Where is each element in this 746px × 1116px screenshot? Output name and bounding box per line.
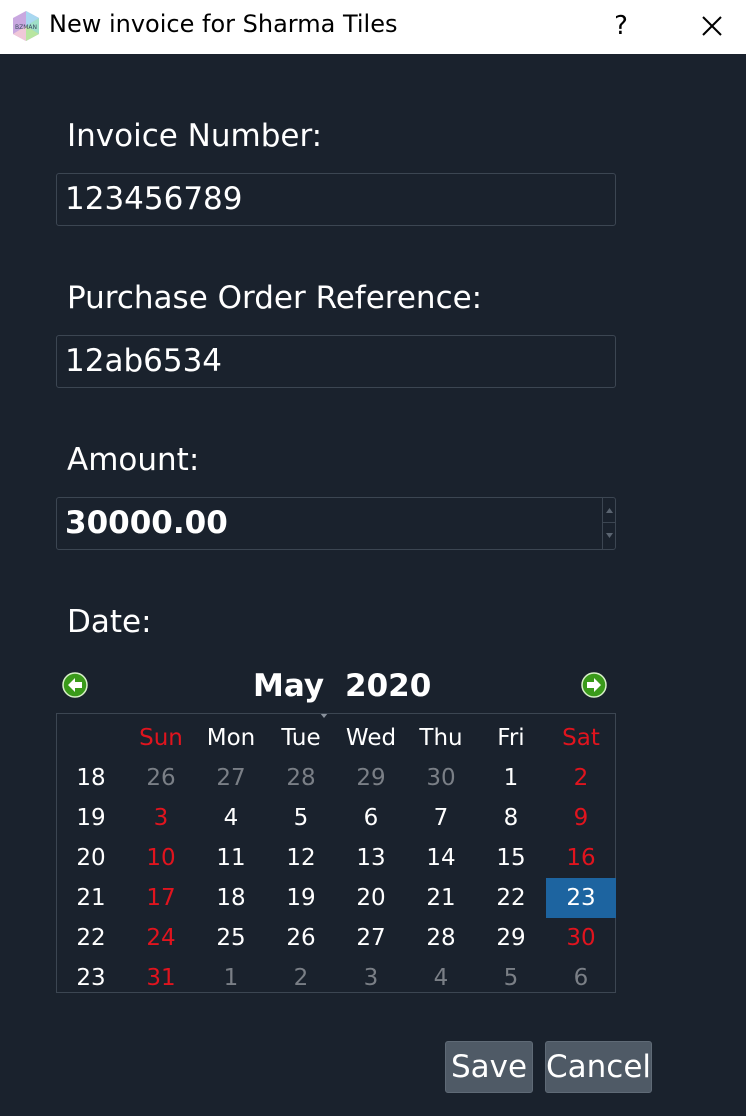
calendar-day-selected[interactable]: 23 bbox=[546, 878, 616, 918]
window-title: New invoice for Sharma Tiles bbox=[49, 10, 398, 38]
calendar-day[interactable]: 16 bbox=[546, 838, 616, 878]
week-number: 23 bbox=[76, 965, 106, 991]
calendar-day[interactable]: 19 bbox=[266, 878, 336, 918]
amount-label: Amount: bbox=[67, 442, 200, 478]
svg-text:BZMAN: BZMAN bbox=[15, 24, 37, 31]
calendar-day[interactable]: 18 bbox=[196, 878, 266, 918]
chevron-down-icon bbox=[606, 533, 613, 538]
calendar-day[interactable]: 28 bbox=[266, 758, 336, 798]
weekday-header: Thu bbox=[419, 725, 463, 751]
week-number: 18 bbox=[76, 765, 106, 791]
calendar-day[interactable]: 4 bbox=[406, 958, 476, 998]
app-logo-icon: BZMAN bbox=[10, 10, 42, 42]
calendar-day[interactable]: 9 bbox=[546, 798, 616, 838]
arrow-right-icon bbox=[581, 672, 607, 698]
amount-spin-buttons bbox=[602, 498, 615, 549]
po-reference-label: Purchase Order Reference: bbox=[67, 280, 483, 316]
calendar-day[interactable]: 14 bbox=[406, 838, 476, 878]
next-month-button[interactable] bbox=[581, 672, 607, 698]
calendar-day[interactable]: 4 bbox=[196, 798, 266, 838]
calendar-day[interactable]: 25 bbox=[196, 918, 266, 958]
amount-spinbox[interactable]: 30000.00 bbox=[56, 497, 616, 550]
week-number: 19 bbox=[76, 805, 106, 831]
invoice-number-label: Invoice Number: bbox=[67, 118, 323, 154]
calendar-day[interactable]: 30 bbox=[406, 758, 476, 798]
calendar-day[interactable]: 27 bbox=[336, 918, 406, 958]
calendar-day[interactable]: 21 bbox=[406, 878, 476, 918]
calendar-day[interactable]: 11 bbox=[196, 838, 266, 878]
prev-month-button[interactable] bbox=[62, 672, 88, 698]
invoice-number-value: 123456789 bbox=[65, 181, 243, 217]
calendar-day[interactable]: 13 bbox=[336, 838, 406, 878]
calendar-day[interactable]: 22 bbox=[476, 878, 546, 918]
calendar-day[interactable]: 6 bbox=[336, 798, 406, 838]
calendar-day[interactable]: 10 bbox=[126, 838, 196, 878]
calendar-day[interactable]: 28 bbox=[406, 918, 476, 958]
week-number: 22 bbox=[76, 925, 106, 951]
invoice-number-input[interactable]: 123456789 bbox=[56, 173, 616, 226]
calendar-day[interactable]: 7 bbox=[406, 798, 476, 838]
weekday-header: Tue bbox=[281, 725, 321, 751]
po-reference-input[interactable]: 12ab6534 bbox=[56, 335, 616, 388]
chevron-down-icon bbox=[320, 704, 328, 718]
calendar-day[interactable]: 26 bbox=[266, 918, 336, 958]
calendar-day[interactable]: 30 bbox=[546, 918, 616, 958]
amount-value: 30000.00 bbox=[65, 505, 228, 541]
calendar-day[interactable]: 20 bbox=[336, 878, 406, 918]
calendar-day[interactable]: 3 bbox=[336, 958, 406, 998]
weekday-header: Wed bbox=[345, 725, 397, 751]
close-button[interactable] bbox=[694, 8, 730, 44]
calendar-day[interactable]: 29 bbox=[476, 918, 546, 958]
calendar-day[interactable]: 26 bbox=[126, 758, 196, 798]
calendar-day[interactable]: 2 bbox=[266, 958, 336, 998]
save-button[interactable]: Save bbox=[445, 1041, 533, 1093]
calendar-day[interactable]: 2 bbox=[546, 758, 616, 798]
calendar-day[interactable]: 5 bbox=[266, 798, 336, 838]
cancel-button[interactable]: Cancel bbox=[545, 1041, 652, 1093]
calendar-day[interactable]: 1 bbox=[476, 758, 546, 798]
calendar-day[interactable]: 17 bbox=[126, 878, 196, 918]
calendar-day[interactable]: 31 bbox=[126, 958, 196, 998]
calendar-day[interactable]: 8 bbox=[476, 798, 546, 838]
calendar-day[interactable]: 12 bbox=[266, 838, 336, 878]
po-reference-value: 12ab6534 bbox=[65, 343, 223, 379]
weekday-header: Mon bbox=[206, 725, 256, 751]
calendar-day[interactable]: 1 bbox=[196, 958, 266, 998]
calendar-day[interactable]: 5 bbox=[476, 958, 546, 998]
calendar-day[interactable]: 15 bbox=[476, 838, 546, 878]
month-selector[interactable]: May bbox=[253, 668, 324, 704]
weekday-header: Fri bbox=[497, 725, 525, 751]
date-label: Date: bbox=[67, 604, 152, 640]
arrow-left-icon bbox=[62, 672, 88, 698]
calendar-grid: Sun Mon Tue Wed Thu Fri Sat 18 26 27 28 29 30 1 2 19 3 4 5… bbox=[56, 713, 616, 993]
week-number: 20 bbox=[76, 845, 106, 871]
spin-down-button[interactable] bbox=[603, 523, 615, 548]
calendar-day[interactable]: 27 bbox=[196, 758, 266, 798]
title-bar: BZMAN New invoice for Sharma Tiles ? bbox=[0, 0, 746, 54]
spin-up-button[interactable] bbox=[603, 498, 615, 523]
close-icon bbox=[702, 16, 722, 36]
help-button[interactable]: ? bbox=[608, 8, 634, 44]
week-number: 21 bbox=[76, 885, 106, 911]
year-selector[interactable]: 2020 bbox=[345, 668, 431, 704]
chevron-up-icon bbox=[606, 508, 613, 513]
calendar-day[interactable]: 3 bbox=[126, 798, 196, 838]
weekday-header: Sat bbox=[562, 725, 600, 751]
weekday-header: Sun bbox=[139, 725, 183, 751]
calendar-day[interactable]: 29 bbox=[336, 758, 406, 798]
calendar-day[interactable]: 6 bbox=[546, 958, 616, 998]
calendar-day[interactable]: 24 bbox=[126, 918, 196, 958]
